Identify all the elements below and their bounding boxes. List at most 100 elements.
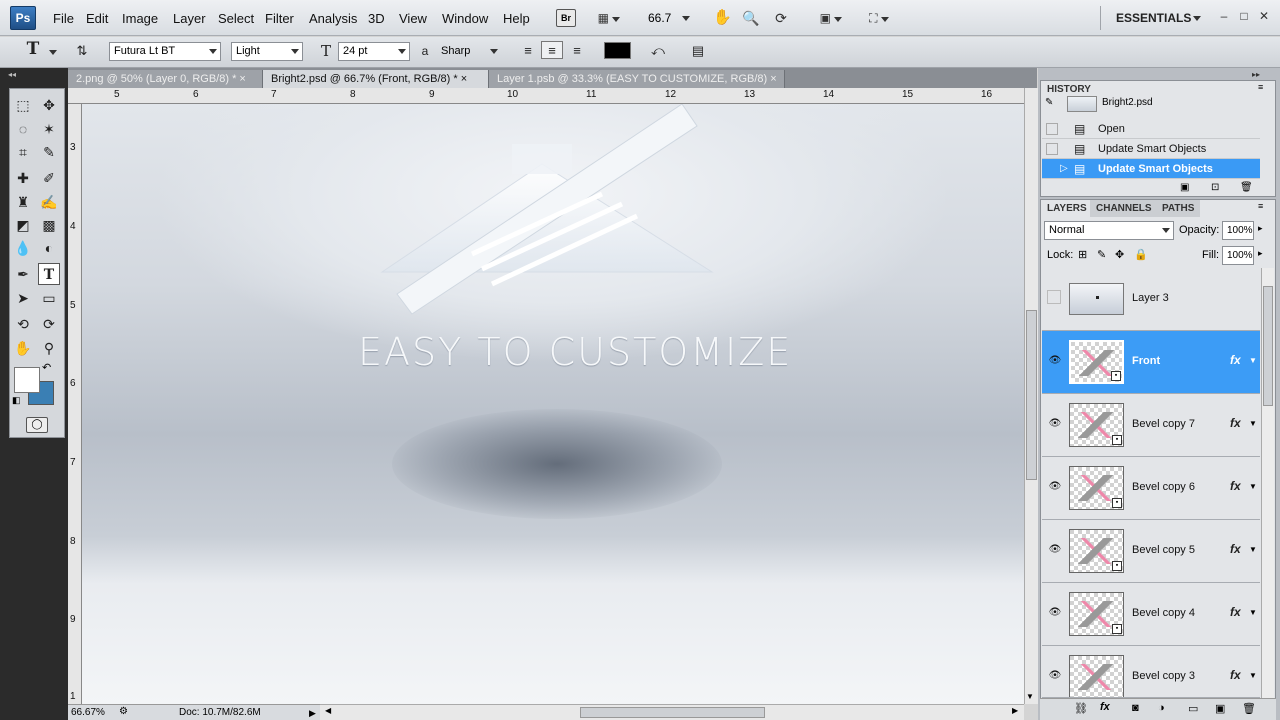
hand-tool-icon[interactable]: ✋ bbox=[712, 8, 732, 28]
menu-analysis[interactable]: Analysis bbox=[309, 11, 357, 26]
eraser-tool-icon[interactable]: ◩ bbox=[12, 214, 34, 236]
layers-scroll-thumb[interactable] bbox=[1263, 286, 1273, 406]
layer-name[interactable]: Front bbox=[1132, 355, 1160, 367]
dodge-tool-icon[interactable]: ◐ bbox=[38, 237, 60, 259]
quick-mask-icon[interactable]: ◯ bbox=[26, 417, 48, 433]
menu-window[interactable]: Window bbox=[442, 11, 488, 26]
panel-menu-icon[interactable]: ≡ bbox=[1258, 201, 1263, 211]
fx-icon[interactable]: fx bbox=[1230, 605, 1241, 619]
fx-icon[interactable]: fx bbox=[1230, 542, 1241, 556]
new-group-icon[interactable]: ▭ bbox=[1188, 702, 1198, 715]
hand-tool-icon[interactable]: ✋ bbox=[12, 337, 34, 359]
chevron-down-icon[interactable]: ▼ bbox=[1249, 671, 1257, 680]
history-checkbox[interactable] bbox=[1046, 123, 1058, 135]
layer-name[interactable]: Bevel copy 4 bbox=[1132, 607, 1195, 619]
layer-row-bevel-copy-3[interactable]: 👁 Bevel copy 3 fx ▼ bbox=[1042, 646, 1260, 698]
lock-all-icon[interactable]: 🔒 bbox=[1134, 248, 1148, 261]
status-icon[interactable]: ⚙ bbox=[119, 705, 128, 719]
eye-icon[interactable]: 👁 bbox=[1048, 544, 1062, 556]
history-state-selected[interactable]: ▷ ▤ Update Smart Objects bbox=[1042, 159, 1260, 179]
eye-icon[interactable]: 👁 bbox=[1048, 418, 1062, 430]
marquee-tool-icon[interactable]: ⬚ bbox=[12, 94, 34, 116]
screen-mode-button[interactable]: ⛶ bbox=[862, 8, 896, 28]
scroll-right-icon[interactable]: ▶ bbox=[1012, 706, 1018, 715]
collapse-panels-icon[interactable]: ▸▸ bbox=[1252, 70, 1260, 79]
chevron-down-icon[interactable] bbox=[682, 16, 690, 21]
history-checkbox[interactable] bbox=[1046, 143, 1058, 155]
font-size-select[interactable]: 24 pt bbox=[338, 42, 410, 61]
tab-2-png[interactable]: 2.png @ 50% (Layer 0, RGB/8) * × bbox=[68, 70, 263, 88]
menu-3d[interactable]: 3D bbox=[368, 11, 385, 26]
zoom-percentage[interactable]: 66.67% bbox=[71, 706, 105, 720]
layer-row-bevel-copy-4[interactable]: 👁 ▪ Bevel copy 4 fx ▼ bbox=[1042, 583, 1260, 646]
zoom-tool-icon[interactable]: 🔍 bbox=[741, 8, 761, 28]
font-style-select[interactable]: Light bbox=[231, 42, 303, 61]
default-colors-icon[interactable]: ◧ bbox=[12, 395, 21, 406]
rotate-view-icon[interactable]: ⟳ bbox=[771, 8, 791, 28]
align-center-icon[interactable]: ≡ bbox=[541, 41, 563, 59]
lasso-tool-icon[interactable]: ◌ bbox=[12, 118, 34, 140]
chevron-down-icon[interactable]: ▼ bbox=[1249, 482, 1257, 491]
horizontal-scrollbar[interactable]: ◀ ▶ bbox=[320, 704, 1024, 720]
brush-tool-icon[interactable]: ✐ bbox=[38, 167, 60, 189]
zoom-level[interactable]: 66.7 bbox=[648, 11, 671, 25]
chevron-down-icon[interactable]: ▼ bbox=[1249, 419, 1257, 428]
layers-scrollbar[interactable] bbox=[1261, 268, 1274, 698]
layer-name[interactable]: Bevel copy 7 bbox=[1132, 418, 1195, 430]
clone-stamp-icon[interactable]: ♜ bbox=[12, 191, 34, 213]
chevron-down-icon[interactable]: ▼ bbox=[1249, 608, 1257, 617]
pen-tool-icon[interactable]: ✒ bbox=[12, 263, 34, 285]
gradient-tool-icon[interactable]: ▩ bbox=[38, 214, 60, 236]
document-canvas[interactable]: EASY TO CUSTOMIZE bbox=[82, 104, 1024, 704]
tab-layers[interactable]: LAYERS bbox=[1041, 200, 1093, 217]
3d-orbit-icon[interactable]: ⟳ bbox=[38, 313, 60, 335]
scroll-left-icon[interactable]: ◀ bbox=[325, 706, 331, 715]
layer-name[interactable]: Layer 3 bbox=[1132, 292, 1169, 304]
tool-preset-icon[interactable]: T bbox=[22, 40, 44, 58]
blur-tool-icon[interactable]: 💧 bbox=[12, 237, 34, 259]
character-panel-icon[interactable]: ▤ bbox=[688, 42, 708, 60]
trash-icon[interactable]: 🗑 bbox=[1242, 702, 1256, 715]
magic-wand-icon[interactable]: ✶ bbox=[38, 118, 60, 140]
adjustment-layer-icon[interactable]: ◑ bbox=[1158, 702, 1165, 714]
text-color-swatch[interactable] bbox=[604, 42, 631, 59]
antialias-select[interactable]: Sharp bbox=[436, 42, 502, 61]
history-state[interactable]: ▤ Open bbox=[1042, 119, 1260, 139]
chevron-down-icon[interactable] bbox=[49, 50, 57, 55]
history-state[interactable]: ▤ Update Smart Objects bbox=[1042, 139, 1260, 159]
warp-text-icon[interactable]: ⤺ bbox=[648, 42, 668, 60]
workspace-switcher[interactable]: ESSENTIALS bbox=[1116, 11, 1220, 25]
healing-brush-icon[interactable]: ✚ bbox=[12, 167, 34, 189]
close-icon[interactable]: ✕ bbox=[1255, 8, 1273, 24]
eye-icon[interactable]: 👁 bbox=[1048, 481, 1062, 493]
layer-row-bevel-copy-7[interactable]: 👁 ▪ Bevel copy 7 fx ▼ bbox=[1042, 394, 1260, 457]
eye-icon[interactable]: 👁 bbox=[1048, 670, 1062, 682]
layer-row-bevel-copy-6[interactable]: 👁 ▪ Bevel copy 6 fx ▼ bbox=[1042, 457, 1260, 520]
fx-icon[interactable]: fx bbox=[1230, 668, 1241, 682]
chevron-right-icon[interactable]: ▸ bbox=[1258, 248, 1263, 259]
tab-bright2-psd[interactable]: Bright2.psd @ 66.7% (Front, RGB/8) * × bbox=[263, 70, 489, 88]
fx-icon[interactable]: fx bbox=[1230, 479, 1241, 493]
chevron-down-icon[interactable] bbox=[1193, 16, 1201, 21]
close-tab-icon[interactable]: × bbox=[770, 73, 776, 85]
add-mask-icon[interactable]: ◙ bbox=[1132, 702, 1139, 714]
photoshop-logo[interactable]: Ps bbox=[10, 6, 36, 30]
menu-file[interactable]: File bbox=[53, 11, 74, 26]
menu-help[interactable]: Help bbox=[503, 11, 530, 26]
layer-row-layer-3[interactable]: Layer 3 bbox=[1042, 268, 1260, 331]
chevron-right-icon[interactable]: ▸ bbox=[1258, 223, 1263, 234]
eye-icon[interactable]: 👁 bbox=[1048, 355, 1062, 367]
layer-name[interactable]: Bevel copy 5 bbox=[1132, 544, 1195, 556]
vertical-scroll-thumb[interactable] bbox=[1026, 310, 1037, 480]
link-layers-icon[interactable]: ⛓ bbox=[1074, 702, 1088, 715]
fill-input[interactable]: 100% bbox=[1222, 246, 1254, 265]
layer-row-bevel-copy-5[interactable]: 👁 ▪ Bevel copy 5 fx ▼ bbox=[1042, 520, 1260, 583]
menu-edit[interactable]: Edit bbox=[86, 11, 108, 26]
trash-icon[interactable]: 🗑 bbox=[1240, 182, 1253, 193]
tab-layer1-psb[interactable]: Layer 1.psb @ 33.3% (EASY TO CUSTOMIZE, … bbox=[489, 70, 785, 88]
path-selection-icon[interactable]: ➤ bbox=[12, 287, 34, 309]
text-orientation-icon[interactable]: ⇅ bbox=[72, 42, 92, 60]
tab-channels[interactable]: CHANNELS bbox=[1090, 200, 1158, 217]
blend-mode-select[interactable]: Normal bbox=[1044, 221, 1174, 240]
font-family-select[interactable]: Futura Lt BT bbox=[109, 42, 221, 61]
